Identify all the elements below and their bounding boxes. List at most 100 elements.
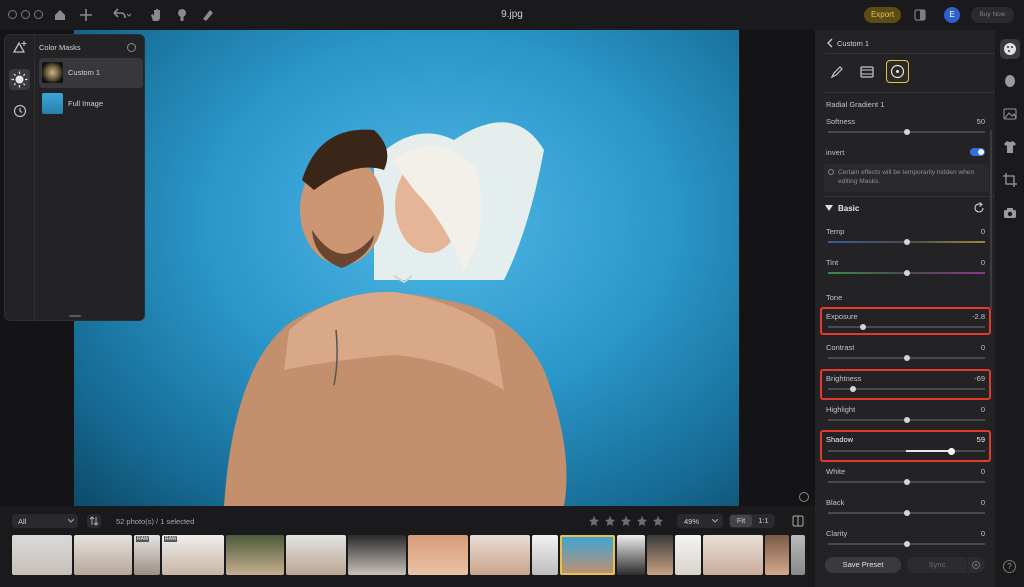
tone-label: Tone (826, 293, 843, 302)
radial-gradient-icon[interactable] (886, 60, 909, 83)
thumbnail[interactable] (408, 535, 468, 575)
save-preset-button[interactable]: Save Preset (825, 557, 901, 573)
slider-knob[interactable] (904, 354, 910, 361)
clarity-label: Clarity (826, 529, 848, 538)
face-icon[interactable] (1002, 73, 1018, 89)
shirt-icon[interactable] (1002, 139, 1018, 155)
mask-item-full-image[interactable]: Full Image (39, 89, 143, 119)
zoom-select[interactable]: 49% (677, 514, 723, 528)
slider-knob[interactable] (904, 540, 910, 547)
panel-resize-handle[interactable] (69, 315, 81, 317)
thumbnail[interactable] (470, 535, 530, 575)
collapse-triangle-icon[interactable] (825, 204, 833, 212)
zoom-value: 49% (684, 517, 700, 526)
add-mask-icon[interactable] (12, 40, 28, 54)
split-view-icon[interactable] (792, 515, 804, 527)
help-icon[interactable]: ? (1003, 560, 1016, 573)
section-title[interactable]: Basic (838, 204, 859, 213)
chevron-left-icon[interactable] (825, 38, 835, 48)
history-icon[interactable] (12, 103, 28, 119)
hand-icon[interactable] (148, 7, 164, 23)
thumbnail[interactable]: RAW (134, 535, 160, 575)
slider-knob[interactable] (904, 128, 910, 135)
brightness-slider[interactable] (828, 385, 985, 392)
black-slider[interactable] (828, 509, 985, 516)
compare-icon[interactable] (912, 7, 928, 23)
highlight-slider[interactable] (828, 416, 985, 423)
color-masks-panel: Color Masks Custom 1 Full Image (4, 34, 145, 322)
sync-button[interactable]: Sync (907, 557, 967, 573)
brightness-label: Brightness (826, 374, 862, 383)
contrast-slider[interactable] (828, 354, 985, 361)
undo-icon[interactable] (110, 7, 132, 23)
palette-icon[interactable] (1000, 39, 1020, 59)
slider-knob[interactable] (904, 509, 910, 516)
exposure-value: -2.8 (972, 312, 985, 321)
thumbnail[interactable] (74, 535, 132, 575)
mask-adjust-icon[interactable] (9, 69, 30, 90)
slider-knob[interactable] (904, 269, 910, 276)
slider-knob[interactable] (948, 447, 955, 455)
reset-icon[interactable] (973, 202, 985, 214)
slider-knob[interactable] (850, 385, 856, 392)
scrollbar[interactable] (990, 130, 992, 310)
zoom-window-button[interactable] (34, 10, 43, 19)
fit-button[interactable]: Fit (730, 515, 752, 527)
slider-knob[interactable] (904, 416, 910, 423)
white-slider[interactable] (828, 478, 985, 485)
thumbnail[interactable] (765, 535, 789, 575)
clarity-slider[interactable] (828, 540, 985, 547)
brush-icon[interactable] (829, 64, 845, 80)
softness-label: Softness (826, 117, 856, 126)
camera-icon[interactable] (1002, 205, 1018, 221)
thumbnail[interactable] (286, 535, 346, 575)
thumbnail[interactable] (675, 535, 701, 575)
thumbnail[interactable] (532, 535, 558, 575)
rating-stars[interactable] (588, 515, 664, 527)
thumbnail[interactable] (791, 535, 805, 575)
slider-knob[interactable] (904, 238, 910, 245)
exposure-label: Exposure (826, 312, 858, 321)
thumbnail[interactable] (12, 535, 72, 575)
mask-name-heading[interactable]: Custom 1 (837, 39, 869, 48)
info-icon[interactable] (799, 492, 809, 502)
slider-knob[interactable] (904, 478, 910, 485)
stamp-icon[interactable] (174, 7, 190, 23)
sync-settings-icon[interactable] (968, 557, 985, 573)
sort-icon[interactable] (87, 514, 101, 528)
shadow-slider[interactable] (828, 447, 985, 455)
buy-now-button[interactable]: Buy Now (971, 7, 1014, 23)
thumbnail-selected[interactable] (560, 535, 615, 575)
contrast-label: Contrast (826, 343, 855, 352)
thumbnail[interactable]: RAW (162, 535, 224, 575)
crop-icon[interactable] (1002, 172, 1018, 188)
temp-slider[interactable] (828, 238, 985, 245)
mask-options-icon[interactable] (127, 43, 136, 52)
one-to-one-button[interactable]: 1:1 (753, 515, 774, 527)
tint-slider[interactable] (828, 269, 985, 276)
close-window-button[interactable] (8, 10, 17, 19)
home-icon[interactable] (52, 7, 68, 23)
slider-knob[interactable] (860, 323, 866, 330)
avatar[interactable]: E (944, 7, 960, 23)
filter-select[interactable]: All (12, 514, 78, 528)
photo-canvas[interactable] (74, 30, 739, 506)
invert-label: invert (826, 148, 845, 157)
thumbnail[interactable] (703, 535, 763, 575)
export-button[interactable]: Export (864, 7, 901, 23)
add-icon[interactable] (78, 7, 94, 23)
softness-slider[interactable] (828, 128, 985, 135)
thumbnail[interactable] (226, 535, 284, 575)
linear-gradient-icon[interactable] (859, 64, 875, 80)
invert-toggle[interactable] (970, 148, 985, 156)
exposure-slider[interactable] (828, 323, 985, 330)
thumbnail[interactable] (348, 535, 406, 575)
brightness-value: -69 (974, 374, 985, 383)
mask-item-custom-1[interactable]: Custom 1 (39, 58, 143, 88)
thumbnail[interactable] (647, 535, 673, 575)
thumbnail[interactable] (617, 535, 645, 575)
temp-label: Temp (826, 227, 845, 236)
minimize-window-button[interactable] (21, 10, 30, 19)
landscape-icon[interactable] (1002, 106, 1018, 122)
eraser-icon[interactable] (200, 7, 216, 23)
